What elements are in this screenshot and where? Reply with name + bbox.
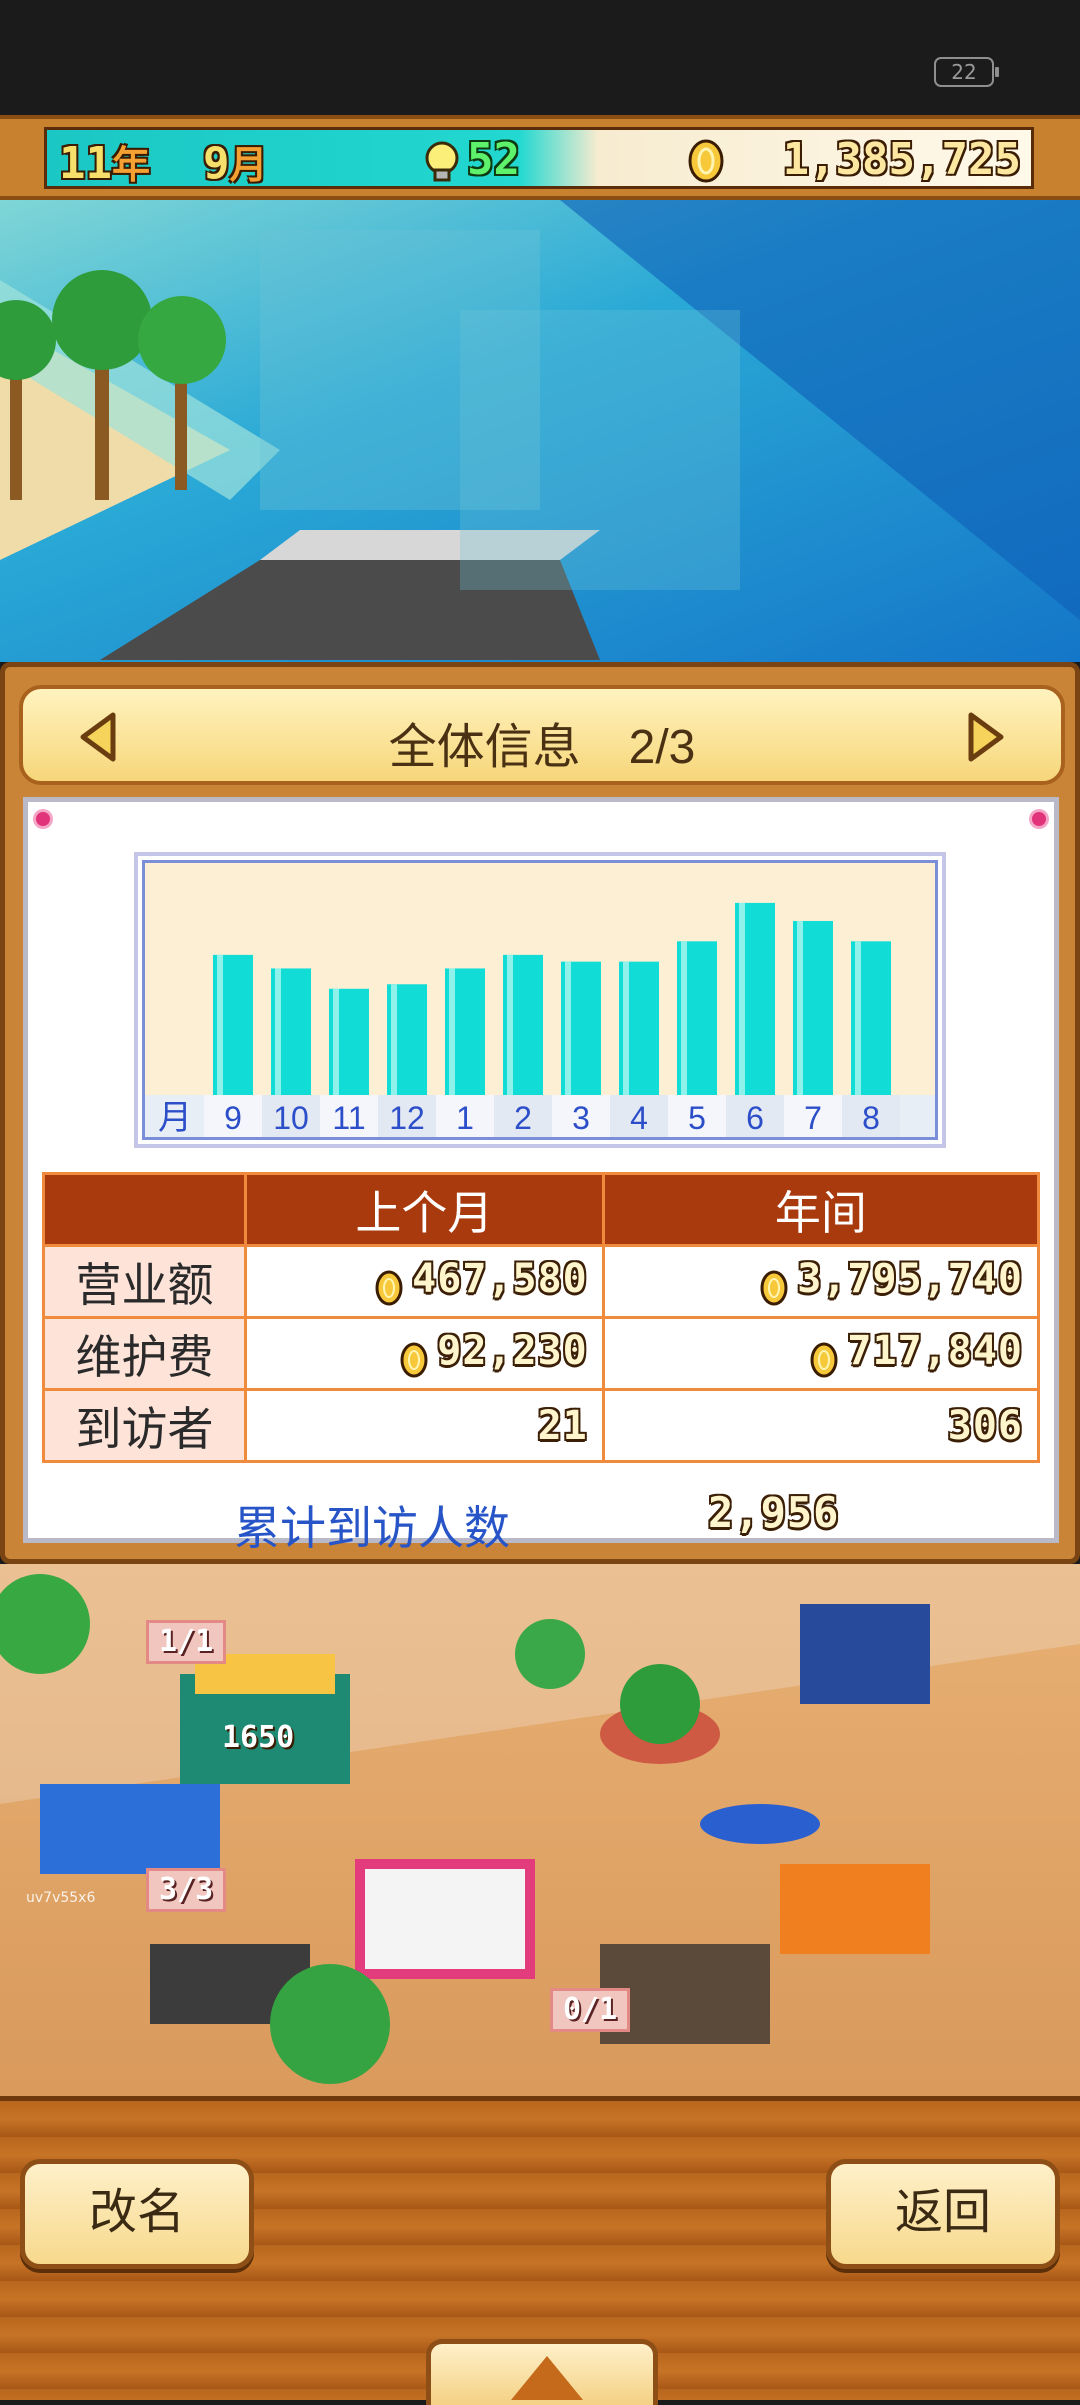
table-row-maintenance: 维护费 92,230 717,840: [42, 1316, 1041, 1391]
chart-bar-highlight: [275, 968, 281, 1095]
header-yearly: 年间: [601, 1172, 1041, 1247]
chart-bar-highlight: [565, 961, 571, 1095]
chart-tick-label: 2: [514, 1100, 532, 1136]
date-display: 11年 9月: [59, 134, 268, 189]
chart-bar-highlight: [333, 988, 339, 1095]
info-panel: 全体信息 2/3 月 9 10 11 12 1 2 3 4 5 6 7 8 上个月 年间 营业额 467…: [0, 662, 1080, 1564]
chart-bar-highlight: [739, 902, 745, 1095]
cumulative-visitors-label: 累计到访人数: [234, 1502, 510, 1554]
chart-tick-label: 11: [332, 1100, 365, 1136]
building-tag[interactable]: 1/1: [146, 1620, 227, 1664]
maintenance-last-month: 92,230: [244, 1316, 605, 1391]
game-scene-town[interactable]: 1/1 1650 3/3 0/1: [0, 1564, 1080, 2096]
row-label: 营业额: [42, 1244, 247, 1319]
watermark-text: uv7v55x6: [26, 1890, 96, 1906]
chart-bar-highlight: [507, 954, 513, 1095]
chart-tick-label: 1: [456, 1100, 474, 1136]
coin-icon: [375, 1270, 403, 1306]
row-label: 维护费: [42, 1316, 247, 1391]
chart-bar-highlight: [623, 961, 629, 1095]
row-label: 到访者: [42, 1388, 247, 1463]
year-unit: 年: [111, 143, 150, 187]
table-header-row: 上个月 年间: [42, 1172, 1041, 1247]
chart-x-unit-label: 月: [158, 1099, 192, 1137]
chart-bar-highlight: [449, 968, 455, 1095]
chart-bar-highlight: [217, 954, 223, 1095]
status-bar: 22: [0, 0, 1080, 115]
maintenance-yearly: 717,840: [601, 1316, 1041, 1391]
value-text: 306: [947, 1402, 1023, 1449]
chart-canvas: 月 9 10 11 12 1 2 3 4 5 6 7 8: [145, 902, 935, 1137]
value-text: 2,956: [708, 1488, 840, 1537]
revenue-last-month: 467,580: [244, 1244, 605, 1319]
tag-text: 0/1: [563, 1992, 618, 2027]
header-last-month: 上个月: [244, 1172, 605, 1247]
next-page-arrow-icon[interactable]: [959, 709, 1011, 765]
year-value: 11: [59, 138, 112, 189]
chart-tick-label: 3: [572, 1100, 590, 1136]
building-tag[interactable]: 0/1: [550, 1988, 631, 2032]
value-text: 92,230: [437, 1328, 588, 1375]
visitors-last-month: 21: [244, 1388, 605, 1463]
panel-header: 全体信息 2/3: [19, 685, 1065, 785]
monthly-chart-frame: 月 9 10 11 12 1 2 3 4 5 6 7 8: [134, 852, 946, 1148]
coin-icon: [400, 1342, 428, 1378]
chart-bar-highlight: [797, 920, 803, 1095]
monthly-bar-chart: 月 9 10 11 12 1 2 3 4 5 6 7 8: [142, 860, 938, 1140]
panel-content: 月 9 10 11 12 1 2 3 4 5 6 7 8 上个月 年间 营业额 467,580 3,79…: [23, 797, 1059, 1554]
tag-text: 1650: [222, 1720, 295, 1755]
panel-title: 全体信息 2/3: [388, 721, 696, 774]
game-top-bar: 11年 9月 52 1,385,725: [0, 115, 1080, 200]
chart-bar-highlight: [681, 941, 687, 1095]
value-text: 467,580: [412, 1256, 588, 1303]
money-display: 1,385,725: [782, 134, 1021, 185]
shop-income-tag[interactable]: 1650: [222, 1720, 294, 1755]
value-text: 21: [537, 1402, 588, 1449]
sea-scene-art: [0, 200, 1080, 660]
header-blank: [42, 1172, 247, 1247]
pin-decoration: [36, 812, 50, 826]
chart-tick-label: 7: [804, 1100, 822, 1136]
back-button[interactable]: 返回: [826, 2159, 1060, 2269]
up-arrow-icon: [511, 2356, 583, 2400]
expand-up-button[interactable]: [426, 2339, 658, 2405]
pin-decoration: [1032, 812, 1046, 826]
coin-icon: [688, 139, 724, 183]
tag-text: 3/3: [159, 1872, 214, 1907]
top-bar-panel: 11年 9月 52 1,385,725: [44, 127, 1034, 189]
chart-tick-label: 6: [746, 1100, 764, 1136]
building-tag[interactable]: 3/3: [146, 1868, 227, 1912]
chart-bar-highlight: [391, 984, 397, 1095]
cumulative-visitors-value: 2,956: [708, 1488, 839, 1537]
chart-tick-label: 10: [273, 1100, 309, 1136]
chart-tick-label: 5: [688, 1100, 706, 1136]
lightbulb-icon: [425, 141, 459, 182]
table-row-visitors: 到访者 21 306: [42, 1388, 1041, 1463]
idea-points: 52: [467, 134, 520, 185]
month-unit: 月: [229, 143, 268, 187]
bottom-bar: 改名 返回: [0, 2096, 1080, 2405]
chart-tick-label: 9: [224, 1100, 242, 1136]
stats-table: 上个月 年间 营业额 467,580 3,795,740 维护费 92,230 …: [42, 1172, 1041, 1463]
table-row-revenue: 营业额 467,580 3,795,740: [42, 1244, 1041, 1319]
value-text: 3,795,740: [797, 1256, 1023, 1303]
chart-tick-label: 4: [630, 1100, 648, 1136]
visitors-yearly: 306: [601, 1388, 1041, 1463]
value-text: 717,840: [847, 1328, 1023, 1375]
revenue-yearly: 3,795,740: [601, 1244, 1041, 1319]
chart-tick-label: 12: [389, 1100, 425, 1136]
month-value: 9: [202, 138, 230, 189]
battery-indicator: 22: [934, 57, 999, 87]
tag-text: 1/1: [159, 1624, 214, 1659]
coin-icon: [760, 1270, 788, 1306]
chart-tick-label: 8: [862, 1100, 880, 1136]
coin-icon: [810, 1342, 838, 1378]
game-scene-sea[interactable]: [0, 200, 1080, 662]
rename-button[interactable]: 改名: [20, 2159, 254, 2269]
battery-level: 22: [951, 60, 977, 84]
chart-bar-highlight: [855, 941, 861, 1095]
